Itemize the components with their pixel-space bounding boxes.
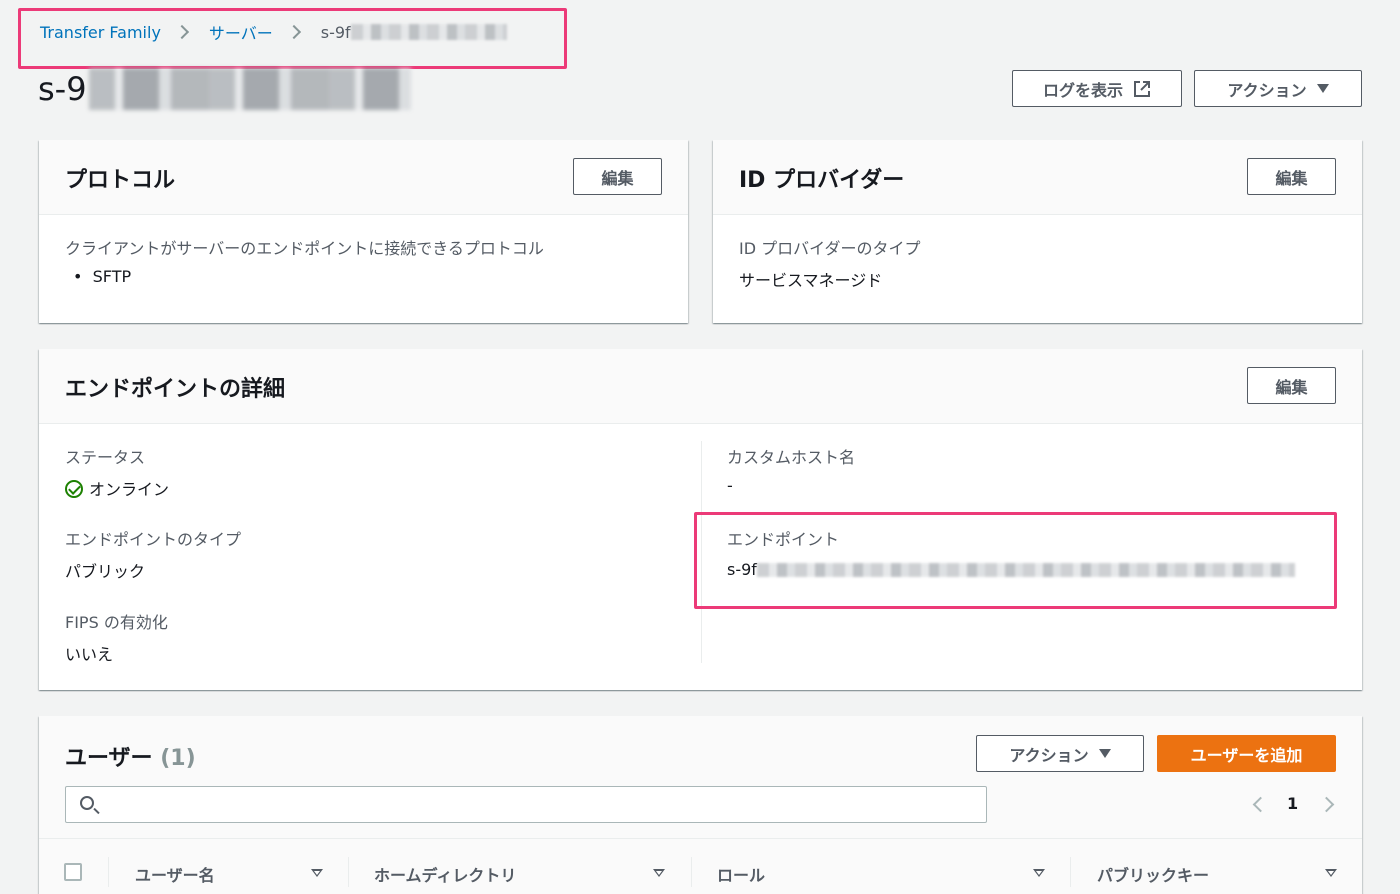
caret-down-icon — [1098, 749, 1111, 758]
column-header-username[interactable]: ユーザー名 — [135, 862, 215, 886]
idp-panel: ID プロバイダー 編集 ID プロバイダーのタイプ サービスマネージド — [713, 140, 1362, 323]
endpoint-type-value: パブリック — [65, 562, 146, 581]
external-link-icon — [1134, 80, 1150, 97]
users-panel-title: ユーザー (1) — [65, 740, 196, 772]
endpoint-panel-header: エンドポイントの詳細 — [39, 349, 1362, 424]
edit-label: 編集 — [1275, 168, 1308, 188]
custom-host-label: カスタムホスト名 — [727, 448, 856, 467]
custom-host-value: - — [727, 476, 733, 495]
search-icon — [80, 796, 94, 810]
endpoint-edit-button[interactable]: 編集 — [1247, 367, 1336, 404]
view-logs-label: ログを表示 — [1042, 80, 1123, 100]
search-text-field[interactable] — [106, 787, 976, 822]
fips-value: いいえ — [65, 645, 114, 664]
idp-type-value: サービスマネージド — [739, 271, 883, 290]
status-text: オンライン — [89, 480, 170, 499]
search-input[interactable] — [65, 786, 987, 823]
idp-edit-button[interactable]: 編集 — [1247, 158, 1336, 195]
column-divider — [691, 857, 692, 887]
page-title: s-9 — [38, 68, 411, 110]
caret-down-icon — [1316, 84, 1329, 93]
add-user-label: ユーザーを追加 — [1190, 745, 1303, 765]
column-header-home-directory[interactable]: ホームディレクトリ — [374, 862, 516, 886]
sort-icon[interactable] — [311, 869, 323, 877]
fips-label: FIPS の有効化 — [65, 613, 168, 632]
endpoint-type-label: エンドポイントのタイプ — [65, 530, 242, 549]
users-actions-label: アクション — [1009, 745, 1089, 765]
users-actions-button[interactable]: アクション — [976, 735, 1144, 772]
protocol-field-label: クライアントがサーバーのエンドポイントに接続できるプロトコル — [65, 239, 544, 258]
select-all-checkbox[interactable] — [64, 863, 82, 881]
edit-label: 編集 — [1275, 377, 1308, 397]
endpoint-panel-title: エンドポイントの詳細 — [65, 377, 286, 402]
sort-icon[interactable] — [1325, 869, 1337, 877]
highlight-box-breadcrumb — [18, 8, 567, 69]
protocol-panel-title: プロトコル — [65, 168, 176, 193]
page-title-text: s-9 — [38, 70, 87, 108]
view-logs-button[interactable]: ログを表示 — [1012, 70, 1182, 107]
add-user-button[interactable]: ユーザーを追加 — [1157, 735, 1336, 772]
sort-icon[interactable] — [653, 869, 665, 877]
users-count: (1) — [160, 746, 196, 771]
users-title-text: ユーザー — [65, 746, 153, 771]
column-divider — [108, 857, 109, 887]
actions-label: アクション — [1227, 80, 1307, 100]
redacted-text — [88, 68, 411, 110]
table-divider — [39, 838, 1362, 839]
actions-button[interactable]: アクション — [1194, 70, 1362, 107]
column-header-role[interactable]: ロール — [717, 862, 765, 886]
protocol-panel: プロトコル 編集 クライアントがサーバーのエンドポイントに接続できるプロトコル … — [39, 140, 688, 323]
column-divider — [348, 857, 349, 887]
status-label: ステータス — [65, 448, 146, 467]
page-number[interactable]: 1 — [1287, 794, 1298, 813]
edit-label: 編集 — [601, 168, 634, 188]
idp-panel-title: ID プロバイダー — [739, 168, 905, 193]
idp-type-label: ID プロバイダーのタイプ — [739, 239, 921, 258]
protocol-list-item: • SFTP — [73, 267, 132, 286]
check-circle-icon — [65, 480, 83, 498]
protocol-value: SFTP — [92, 267, 132, 286]
protocol-edit-button[interactable]: 編集 — [573, 158, 662, 195]
highlight-box-endpoint — [694, 512, 1337, 609]
column-divider — [1070, 857, 1071, 887]
column-header-public-key[interactable]: パブリックキー — [1097, 862, 1209, 886]
status-value: オンライン — [65, 476, 169, 500]
sort-icon[interactable] — [1033, 869, 1045, 877]
